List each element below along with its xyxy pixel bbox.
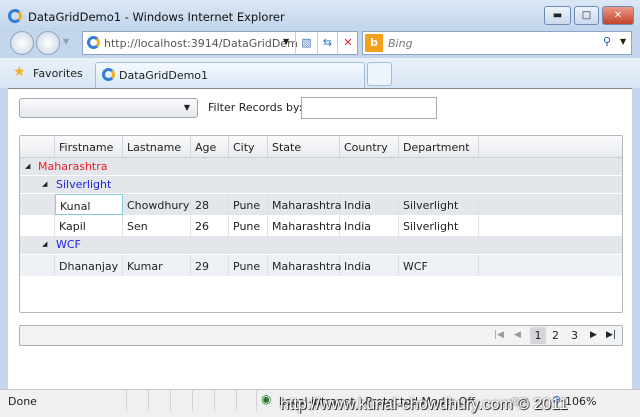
cell-city[interactable]: Pune	[229, 255, 268, 276]
cell-state[interactable]: Maharashtra	[268, 215, 342, 236]
table-row[interactable]: Kunal Chowdhury 28 Pune Maharashtra Indi…	[20, 194, 622, 215]
page-icon	[87, 36, 100, 49]
minimize-button[interactable]: ▬	[544, 6, 571, 25]
next-page-icon[interactable]: ▶	[590, 330, 597, 340]
column-header-firstname[interactable]: Firstname	[55, 136, 123, 158]
close-button[interactable]: ✕	[602, 6, 634, 25]
cell-country[interactable]: India	[340, 194, 399, 215]
cell-firstname[interactable]: Kapil	[55, 215, 123, 236]
ie-logo-icon	[8, 9, 22, 23]
column-header-department[interactable]: Department	[399, 136, 479, 158]
cell-lastname[interactable]: Kumar	[123, 255, 191, 276]
new-tab-button[interactable]	[367, 62, 392, 86]
watermark: http://www.kunal-chowdhury.com © 2011	[280, 396, 568, 413]
column-header-filler	[479, 136, 622, 158]
address-text[interactable]: http://localhost:3914/DataGridDem	[104, 37, 298, 50]
tab-datagriddemo1[interactable]: DataGridDemo1	[95, 62, 365, 88]
previous-page-icon[interactable]: ◀	[514, 330, 521, 340]
cell-city[interactable]: Pune	[229, 215, 268, 236]
cell-department[interactable]: WCF	[399, 255, 479, 276]
first-page-icon[interactable]: |◀	[494, 330, 504, 340]
cell-state[interactable]: Maharashtra	[268, 255, 342, 276]
group-header-maharashtra[interactable]: ◢ Maharashtra	[20, 158, 622, 176]
search-options-icon[interactable]: ▼	[620, 37, 626, 46]
search-box[interactable]: b Bing ⚲ ▼	[362, 31, 632, 55]
status-divider	[148, 389, 149, 411]
cell-firstname[interactable]: Dhananjay	[55, 255, 123, 276]
bing-logo-icon: b	[365, 34, 383, 52]
filter-label: Filter Records by:	[208, 101, 303, 114]
address-dropdown-icon[interactable]: ▼	[283, 37, 289, 46]
cell-age[interactable]: 29	[191, 255, 229, 276]
page-1-button[interactable]: 1	[530, 327, 546, 344]
chevron-down-icon: ▼	[183, 103, 190, 112]
cell-age[interactable]: 26	[191, 215, 229, 236]
cell-state[interactable]: Maharashtra	[268, 194, 342, 215]
cell-country[interactable]: India	[340, 255, 399, 276]
column-header-age[interactable]: Age	[191, 136, 229, 158]
column-header-lastname[interactable]: Lastname	[123, 136, 191, 158]
cell-department[interactable]: Silverlight	[399, 215, 479, 236]
status-divider	[170, 389, 171, 411]
cell-age[interactable]: 28	[191, 194, 229, 215]
table-row[interactable]: Dhananjay Kumar 29 Pune Maharashtra Indi…	[20, 255, 622, 276]
favorites-button[interactable]: Favorites	[33, 67, 83, 80]
address-bar[interactable]: http://localhost:3914/DataGridDem ▼ ▧ ⇆ …	[82, 31, 358, 55]
tab-page-icon	[102, 68, 115, 81]
back-button[interactable]	[10, 31, 34, 55]
cell-country[interactable]: India	[340, 215, 399, 236]
refresh-icon[interactable]: ⇆	[317, 32, 337, 54]
status-divider	[236, 389, 237, 411]
intranet-globe-icon: ◉	[261, 392, 272, 406]
zoom-level[interactable]: 106%	[565, 395, 596, 408]
favorites-star-icon: ★	[13, 64, 26, 80]
group-name: Maharashtra	[38, 160, 108, 173]
status-divider	[192, 389, 193, 411]
stop-icon[interactable]: ✕	[337, 32, 358, 54]
search-placeholder[interactable]: Bing	[388, 37, 413, 50]
cell-city[interactable]: Pune	[229, 194, 268, 215]
data-pager: |◀ ◀ 1 2 3 ▶ ▶|	[19, 325, 623, 346]
compatibility-view-icon[interactable]: ▧	[295, 32, 317, 54]
collapse-icon[interactable]: ◢	[25, 162, 30, 170]
page-3-button[interactable]: 3	[571, 329, 578, 342]
cell-lastname[interactable]: Sen	[123, 215, 191, 236]
filter-input[interactable]	[301, 97, 437, 119]
row-header[interactable]	[20, 215, 55, 236]
collapse-icon[interactable]: ◢	[42, 180, 47, 188]
group-name: WCF	[56, 238, 81, 251]
row-header[interactable]	[20, 255, 55, 276]
last-page-icon[interactable]: ▶|	[606, 330, 616, 340]
cell-lastname[interactable]: Chowdhury	[123, 194, 191, 215]
group-by-combobox[interactable]: ▼	[19, 98, 198, 118]
maximize-button[interactable]: □	[574, 6, 599, 25]
column-header-country[interactable]: Country	[340, 136, 399, 158]
status-divider	[126, 389, 127, 411]
history-dropdown-icon[interactable]: ▼	[63, 37, 69, 46]
column-header-city[interactable]: City	[229, 136, 268, 158]
page-2-button[interactable]: 2	[552, 329, 559, 342]
column-header-state[interactable]: State	[268, 136, 340, 158]
search-icon[interactable]: ⚲	[603, 35, 611, 48]
window-title: DataGridDemo1 - Windows Internet Explore…	[28, 10, 285, 24]
group-header-wcf[interactable]: ◢ WCF	[20, 236, 622, 255]
row-header-corner	[20, 136, 55, 158]
status-divider	[256, 389, 257, 411]
row-header[interactable]	[20, 194, 55, 215]
group-header-silverlight[interactable]: ◢ Silverlight	[20, 176, 622, 194]
table-row[interactable]: Kapil Sen 26 Pune Maharashtra India Silv…	[20, 215, 622, 236]
status-divider	[214, 389, 215, 411]
group-name: Silverlight	[56, 178, 112, 191]
status-text: Done	[8, 395, 37, 408]
forward-button[interactable]	[36, 31, 60, 55]
collapse-icon[interactable]: ◢	[42, 240, 47, 248]
tab-label: DataGridDemo1	[119, 69, 209, 82]
cell-firstname[interactable]: Kunal	[55, 194, 123, 215]
cell-department[interactable]: Silverlight	[399, 194, 479, 215]
